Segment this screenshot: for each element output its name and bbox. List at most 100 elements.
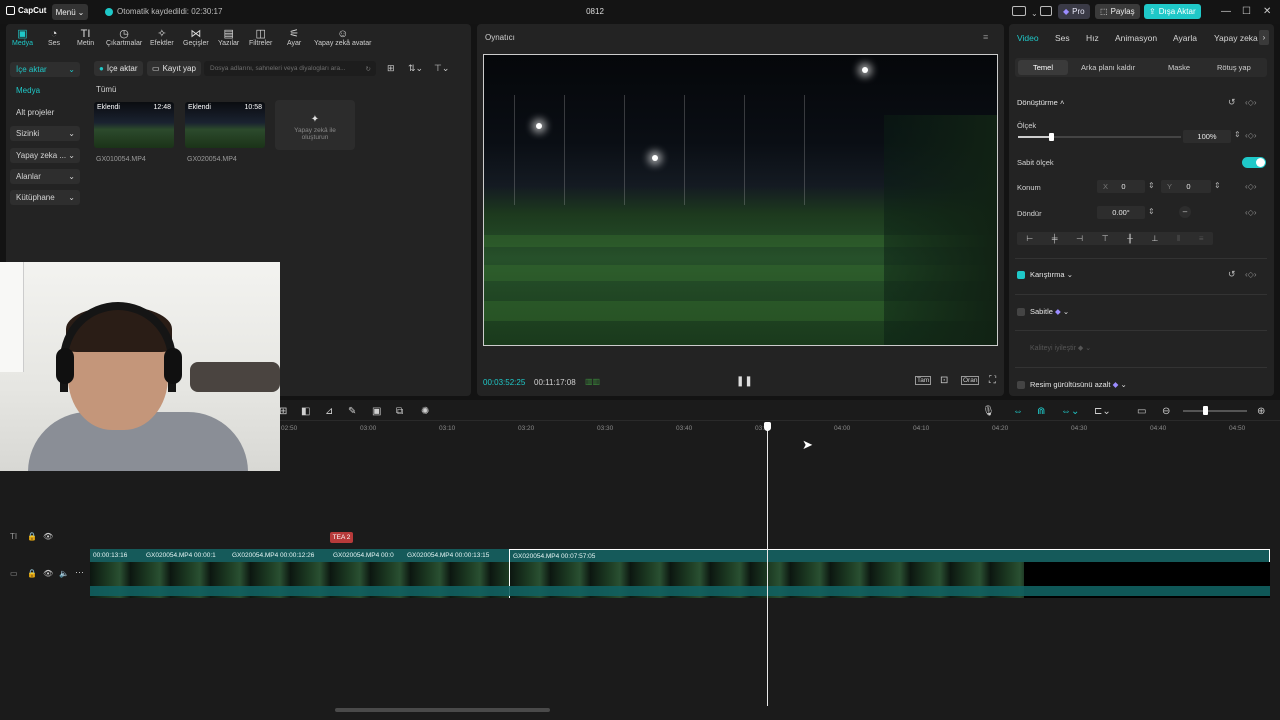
tab-animation[interactable]: Animasyon [1115,33,1157,43]
ai-create-card[interactable]: ✦ Yapay zekâ ile oluşturun [275,100,355,150]
frame-icon[interactable]: ▣ [372,406,381,417]
export-frame-icon[interactable]: ⧉ [396,406,403,417]
quality-section[interactable]: Kaliteyi iyileştir ◆ ⌄ [1030,344,1091,352]
media-clip-2[interactable]: Eklendi 10:58 [185,102,265,148]
pro-button[interactable]: ◆ Pro [1058,4,1090,19]
align-right-icon[interactable]: ⊣ [1076,234,1083,243]
playhead[interactable] [767,426,768,706]
tool-stickers[interactable]: ◷ Çıkartmalar [106,28,142,47]
full-quality-button[interactable]: Tam [915,376,932,385]
zoom-fit-icon[interactable]: ⊡ [940,375,948,386]
media-clip-1[interactable]: Eklendi 12:48 [94,102,174,148]
sidebar-item-yours[interactable]: Sizinki ⌄ [10,126,80,141]
tool-text[interactable]: TI Metin [77,28,94,47]
video-clip-label[interactable]: 00:00:13:16 [90,549,143,562]
effect-icon[interactable]: ✺ [421,406,429,417]
import-button[interactable]: ● İçe aktar [94,61,143,76]
scale-slider-handle[interactable] [1049,133,1054,141]
grid-view-icon[interactable]: ⊞ [387,63,395,74]
split-icon[interactable]: ⊞ [279,406,287,417]
blend-checkbox[interactable] [1017,271,1025,279]
reset-icon[interactable]: ↺ [1228,269,1236,280]
filter-all-tab[interactable]: Tümü [96,85,116,94]
align-top-icon[interactable]: ⊤ [1102,234,1109,243]
fullscreen-icon[interactable]: ⛶ [989,375,996,386]
eye-icon[interactable]: 👁 [43,532,53,541]
magic-icon[interactable]: ✎ [348,406,356,417]
tool-filters[interactable]: ◫ Filtreler [249,28,272,47]
stepper-icon[interactable]: ⇕ [1234,130,1241,139]
position-x-input[interactable]: X0 [1097,180,1145,193]
minimize-icon[interactable]: — [1221,6,1231,17]
filter-icon[interactable]: ⊤⌄ [434,63,449,74]
player-menu-icon[interactable]: ≡ [983,32,988,42]
preview-axis-icon[interactable]: ⊏⌄ [1094,406,1111,417]
lock-icon[interactable]: 🔒 [27,569,37,578]
tool-ai-avatar[interactable]: ☺ Yapay zekâ avatar [314,28,371,47]
zoom-in-icon[interactable]: ⊕ [1257,406,1265,417]
keyframe-icon[interactable]: ‹◇› [1245,98,1256,107]
layout-icon[interactable] [1012,6,1026,16]
tool-transitions[interactable]: ⋈ Geçişler [183,28,209,47]
stepper-icon[interactable]: ⇕ [1148,207,1155,216]
stepper-icon[interactable]: ⇕ [1214,181,1221,190]
microphone-icon[interactable]: 🎙 [982,406,995,417]
stabilize-section[interactable]: Sabitle ◆ ⌄ [1030,307,1069,316]
more-icon[interactable]: ⋯ [75,567,84,578]
export-button[interactable]: ⇪ Dışa Aktar [1144,4,1201,19]
sidebar-item-import[interactable]: İçe aktar ⌄ [10,62,80,77]
keyframe-icon[interactable]: ‹◇› [1245,270,1256,279]
sidebar-item-spaces[interactable]: Alanlar ⌄ [10,169,80,184]
video-preview[interactable] [483,54,998,346]
search-input[interactable]: Dosya adlarını, sahneleri veya diyalogla… [204,61,376,76]
magnet-icon[interactable]: ⋒ [1037,406,1045,417]
record-button[interactable]: ▭ Kayıt yap [147,61,201,76]
video-clip-label[interactable]: GX020054.MP4 00:00:12:26 [229,549,330,562]
keyframe-icon[interactable]: ‹◇› [1245,131,1256,140]
share-button[interactable]: ⬚ Paylaş [1095,4,1140,19]
align-center-h-icon[interactable]: ╪ [1052,234,1058,243]
align-bottom-icon[interactable]: ⊥ [1151,234,1158,243]
maximize-icon[interactable]: ☐ [1242,6,1251,17]
video-clip-label[interactable]: GX020054.MP4 00:0 [330,549,404,562]
rotate-dial[interactable]: – [1179,206,1191,218]
link-main-track-icon[interactable]: ⇔ [1013,406,1023,417]
chevron-down-icon[interactable]: ⌄ [1031,9,1038,18]
transform-section[interactable]: Dönüştürme ˄ [1017,98,1064,107]
timeline-scrollbar[interactable] [335,708,550,712]
ratio-button[interactable]: Oran [961,376,980,385]
zoom-out-icon[interactable]: ⊖ [1162,406,1170,417]
tab-video[interactable]: Video [1017,33,1039,43]
pause-icon[interactable]: ❚❚ [736,376,753,387]
link-clips-icon[interactable]: ⇔⌄ [1061,406,1079,417]
sidebar-item-library[interactable]: Kütüphane ⌄ [10,190,80,205]
reset-icon[interactable]: ↺ [1228,97,1236,108]
video-clip-label[interactable]: GX020054.MP4 00:00:1 [143,549,229,562]
text-clip[interactable]: TEA 2 [330,532,353,543]
align-center-v-icon[interactable]: ╫ [1127,234,1133,243]
subtab-mask[interactable]: Maske [1168,63,1190,72]
tab-adjust[interactable]: Ayarla [1173,33,1197,43]
crop-icon[interactable]: ⊿ [325,406,333,417]
rotate-input[interactable]: 0.00° [1097,206,1145,219]
sidebar-item-subprojects[interactable]: Alt projeler [10,105,80,120]
zoom-slider-handle[interactable] [1203,406,1208,415]
tool-captions[interactable]: ▤ Yazılar [218,28,239,47]
tool-effects[interactable]: ✧ Efektler [150,28,174,47]
sidebar-item-media[interactable]: Medya [10,83,80,98]
shortcuts-icon[interactable] [1040,6,1052,16]
eye-icon[interactable]: 👁 [43,569,53,578]
sidebar-item-ai[interactable]: Yapay zeka ... ⌄ [10,148,80,163]
playhead-handle[interactable] [764,422,771,431]
scale-slider[interactable] [1018,136,1181,138]
denoise-checkbox[interactable] [1017,381,1025,389]
mirror-icon[interactable]: ◧ [301,406,310,417]
subtab-retouch[interactable]: Rötuş yap [1217,63,1251,72]
video-clip-label[interactable]: GX020054.MP4 00:07:57:05 [509,549,1270,562]
lock-icon[interactable]: 🔒 [27,532,37,541]
tool-media[interactable]: ▣ Medya [12,28,33,47]
subtab-basic[interactable]: Temel [1018,60,1068,75]
tool-adjust[interactable]: ⚟ Ayar [287,28,301,47]
close-icon[interactable]: ✕ [1263,6,1271,17]
caption-icon[interactable]: ▭ [1137,406,1146,417]
